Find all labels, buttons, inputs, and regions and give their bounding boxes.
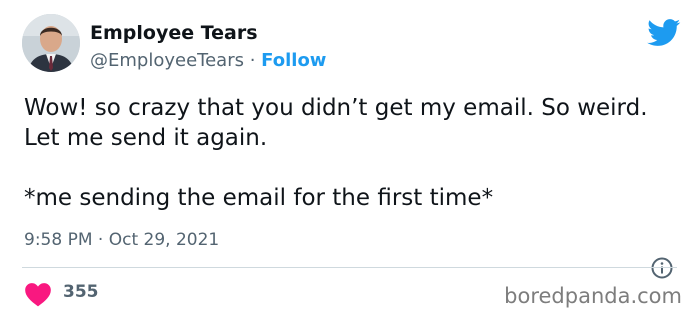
info-icon[interactable]	[651, 257, 673, 279]
tweet-date[interactable]: Oct 29, 2021	[109, 230, 220, 250]
watermark: boredpanda.com	[504, 284, 682, 308]
tweet-timestamp[interactable]: 9:58 PM · Oct 29, 2021	[24, 229, 219, 251]
like-count[interactable]: 355	[63, 281, 99, 303]
tweet-time[interactable]: 9:58 PM	[24, 230, 93, 250]
twitter-bird-icon[interactable]	[647, 19, 681, 47]
avatar[interactable]	[22, 14, 80, 72]
author-name[interactable]: Employee Tears	[90, 21, 258, 45]
author-handle[interactable]: @EmployeeTears	[90, 50, 244, 71]
heart-icon[interactable]	[24, 281, 52, 307]
author-handle-row: @EmployeeTears · Follow	[90, 49, 326, 73]
handle-separator: ·	[249, 50, 256, 71]
divider	[22, 267, 677, 268]
follow-button[interactable]: Follow	[261, 50, 326, 71]
tweet-text: Wow! so crazy that you didn’t get my ema…	[24, 95, 648, 211]
timestamp-separator: ·	[97, 230, 104, 250]
